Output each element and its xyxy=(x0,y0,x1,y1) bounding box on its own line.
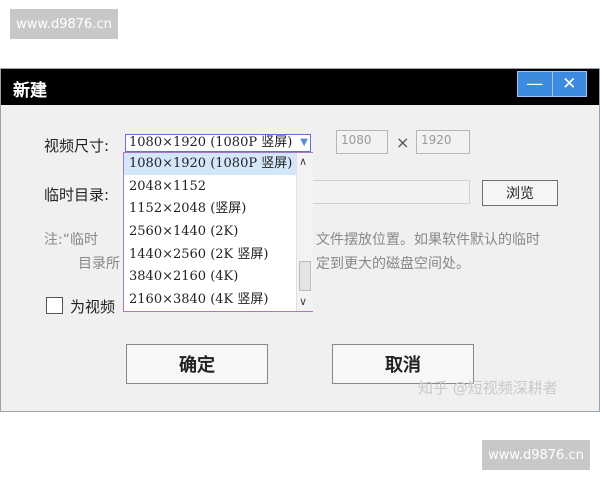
dropdown-option[interactable]: 1152×2048 (竖屏) xyxy=(124,198,296,220)
checkbox-label: 为视频 xyxy=(70,298,116,316)
minimize-icon: — xyxy=(526,74,544,94)
width-field: 1080 xyxy=(336,130,388,154)
dropdown-option[interactable]: 3840×2160 (4K) xyxy=(124,266,296,288)
ok-button[interactable]: 确定 xyxy=(126,344,268,384)
note-line1-end: 文件摆放位置。如果软件默认的临时 xyxy=(316,232,540,248)
zhihu-watermark: 知乎 @短视频深耕者 xyxy=(418,379,558,397)
video-checkbox[interactable] xyxy=(46,297,63,314)
temp-dir-label: 临时目录: xyxy=(44,186,110,204)
scrollbar-thumb[interactable] xyxy=(299,261,311,291)
dropdown-option[interactable]: 2160×3840 (4K 竖屏) xyxy=(124,289,296,311)
dropdown-option[interactable]: 1080×1920 (1080P 竖屏) xyxy=(124,153,296,175)
title-bar: 新建 — ✕ xyxy=(1,69,599,105)
dropdown-option[interactable]: 2048×1152 xyxy=(124,176,296,198)
minimize-button[interactable]: — xyxy=(518,72,553,96)
video-size-select[interactable]: 1080×1920 (1080P 竖屏) ▼ xyxy=(125,134,311,152)
note-line2-end: 定到更大的磁盘空间处。 xyxy=(316,256,470,272)
window-controls: — ✕ xyxy=(517,71,587,97)
dropdown-option[interactable]: 2560×1440 (2K) xyxy=(124,221,296,243)
watermark-top: www.d9876.cn xyxy=(10,9,118,39)
video-size-label: 视频尺寸: xyxy=(44,137,110,155)
video-size-selected: 1080×1920 (1080P 竖屏) xyxy=(129,135,293,150)
scroll-down-icon[interactable]: ∨ xyxy=(299,295,307,308)
times-sign: × xyxy=(396,133,410,152)
note-line1-start: 注:“临时 xyxy=(44,232,98,248)
close-button[interactable]: ✕ xyxy=(553,72,587,96)
watermark-bottom: www.d9876.cn xyxy=(482,440,590,470)
dropdown-scrollbar[interactable]: ∧ ∨ xyxy=(296,153,313,311)
temp-dir-field[interactable] xyxy=(298,180,470,204)
note-line2-start: 目录所 xyxy=(78,256,120,272)
dropdown-option[interactable]: 1440×2560 (2K 竖屏) xyxy=(124,244,296,266)
window-title: 新建 xyxy=(13,81,47,101)
chevron-down-icon: ▼ xyxy=(300,137,308,148)
video-size-dropdown: 1080×1920 (1080P 竖屏) 2048×1152 1152×2048… xyxy=(123,152,313,312)
scroll-up-icon[interactable]: ∧ xyxy=(299,155,307,168)
close-icon: ✕ xyxy=(562,74,577,94)
browse-button[interactable]: 浏览 xyxy=(482,180,558,206)
height-field: 1920 xyxy=(416,130,470,154)
